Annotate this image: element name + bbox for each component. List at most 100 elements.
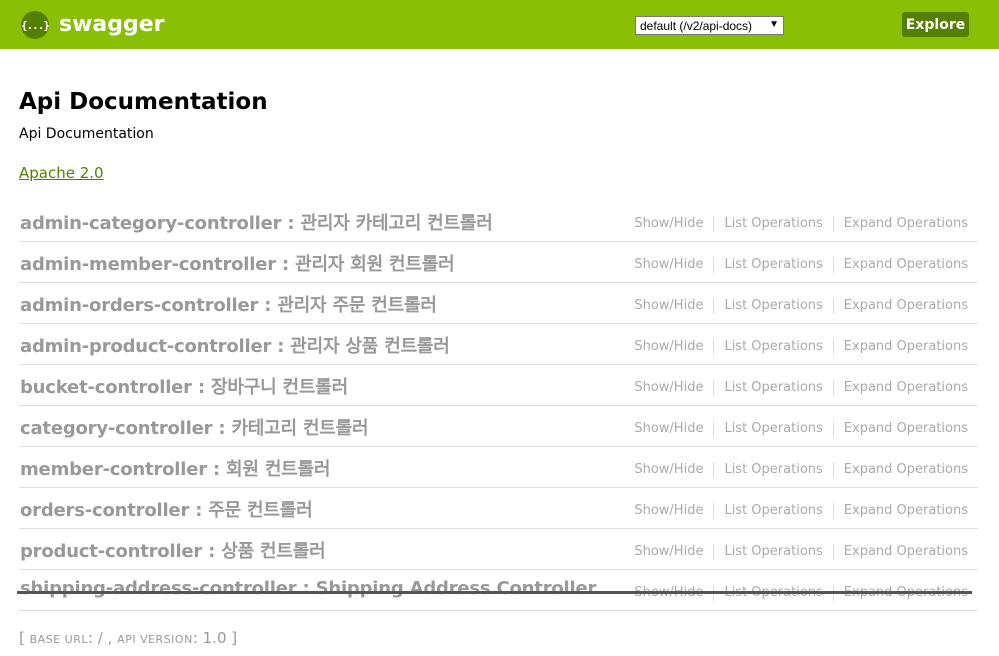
resource-operations: Show/HideList OperationsExpand Operation… xyxy=(624,216,968,232)
resource-heading-link[interactable]: member-controller : 회원 컨트롤러 xyxy=(20,455,330,481)
expand-operations-link[interactable]: Expand Operations xyxy=(832,298,968,314)
resource-heading-link[interactable]: orders-controller : 주문 컨트롤러 xyxy=(20,496,313,522)
resource-heading-link[interactable]: admin-member-controller : 관리자 회원 컨트롤러 xyxy=(20,250,455,276)
api-spec-select-value: default (/v2/api-docs) xyxy=(640,18,753,33)
resource-row: admin-orders-controller : 관리자 주문 컨트롤러 Sho… xyxy=(19,283,978,324)
resource-description: 관리자 카테고리 컨트롤러 xyxy=(300,213,493,234)
resource-operations: Show/HideList OperationsExpand Operation… xyxy=(624,503,968,519)
resource-list: admin-category-controller : 관리자 카테고리 컨트롤… xyxy=(19,201,978,611)
resource-heading-link[interactable]: shipping-address-controller : Shipping A… xyxy=(20,578,596,599)
resource-row: bucket-controller : 장바구니 컨트롤러 Show/Hide Li… xyxy=(19,365,978,406)
resource-heading-link[interactable]: admin-orders-controller : 관리자 주문 컨트롤러 xyxy=(20,291,437,317)
show-hide-link[interactable]: Show/Hide xyxy=(624,339,713,355)
swagger-logo-icon: {...} xyxy=(21,11,50,39)
show-hide-link[interactable]: Show/Hide xyxy=(624,462,713,478)
resource-name: admin-category-controller xyxy=(20,213,282,234)
list-operations-link[interactable]: List Operations xyxy=(713,380,832,396)
swagger-logo[interactable]: {...} swagger xyxy=(21,11,165,39)
resource-separator: : xyxy=(206,459,227,480)
resource-name: orders-controller xyxy=(20,500,190,521)
resource-row: admin-member-controller : 관리자 회원 컨트롤러 Sho… xyxy=(19,242,978,283)
list-operations-link[interactable]: List Operations xyxy=(713,298,832,314)
show-hide-link[interactable]: Show/Hide xyxy=(624,380,713,396)
resource-row: orders-controller : 주문 컨트롤러 Show/Hide List… xyxy=(19,488,978,529)
explore-button[interactable]: Explore xyxy=(902,12,969,37)
resource-heading-link[interactable]: bucket-controller : 장바구니 컨트롤러 xyxy=(20,373,348,399)
resource-row: member-controller : 회원 컨트롤러 Show/Hide List… xyxy=(19,447,978,488)
resource-description: 관리자 회원 컨트롤러 xyxy=(295,254,455,275)
logo-text: swagger xyxy=(59,12,165,37)
resource-name: admin-orders-controller xyxy=(20,295,259,316)
list-operations-link[interactable]: List Operations xyxy=(713,503,832,519)
api-version-value: : 1.0 xyxy=(192,629,227,647)
resource-separator: : xyxy=(189,500,209,521)
expand-operations-link[interactable]: Expand Operations xyxy=(832,339,968,355)
resource-description: Shipping Address Controller xyxy=(315,578,597,599)
list-operations-link[interactable]: List Operations xyxy=(713,462,832,478)
resource-row: admin-product-controller : 관리자 상품 컨트롤러 Sh… xyxy=(19,324,978,365)
resource-description: 관리자 주문 컨트롤러 xyxy=(277,295,437,316)
footer-close-bracket: ] xyxy=(231,629,238,647)
resource-description: 카테고리 컨트롤러 xyxy=(231,418,369,439)
resource-description: 관리자 상품 컨트롤러 xyxy=(290,336,450,357)
license-link[interactable]: Apache 2.0 xyxy=(19,164,104,182)
list-operations-link[interactable]: List Operations xyxy=(713,421,832,437)
show-hide-link[interactable]: Show/Hide xyxy=(624,421,713,437)
resource-operations: Show/HideList OperationsExpand Operation… xyxy=(624,339,968,355)
resource-operations: Show/HideList OperationsExpand Operation… xyxy=(624,257,968,273)
footer-info: [ BASE URL: / , API VERSION: 1.0 ] xyxy=(19,629,237,647)
page-title: Api Documentation xyxy=(19,89,268,115)
resource-separator: : xyxy=(271,336,291,357)
resource-description: 상품 컨트롤러 xyxy=(221,541,326,562)
dropdown-arrow-icon: ▼ xyxy=(769,19,779,30)
resource-separator: : xyxy=(191,377,212,398)
resource-separator: : xyxy=(296,578,316,599)
resource-separator: : xyxy=(258,295,278,316)
list-operations-link[interactable]: List Operations xyxy=(713,257,832,273)
expand-operations-link[interactable]: Expand Operations xyxy=(832,544,968,560)
base-url-label: BASE URL xyxy=(29,633,88,646)
show-hide-link[interactable]: Show/Hide xyxy=(624,544,713,560)
base-url-value: : / , xyxy=(87,629,113,647)
resource-heading-link[interactable]: admin-product-controller : 관리자 상품 컨트롤러 xyxy=(20,332,450,358)
resource-heading-link[interactable]: category-controller : 카테고리 컨트롤러 xyxy=(20,414,369,440)
api-version-label: API VERSION xyxy=(117,633,193,646)
expand-operations-link[interactable]: Expand Operations xyxy=(832,216,968,232)
resource-name: member-controller xyxy=(20,459,207,480)
resource-description: 회원 컨트롤러 xyxy=(226,459,331,480)
resource-operations: Show/HideList OperationsExpand Operation… xyxy=(624,544,968,560)
header-bar: {...} swagger default (/v2/api-docs) ▼ E… xyxy=(0,0,999,49)
resource-operations: Show/HideList OperationsExpand Operation… xyxy=(624,298,968,314)
resource-heading-link[interactable]: product-controller : 상품 컨트롤러 xyxy=(20,537,326,563)
resource-heading-link[interactable]: admin-category-controller : 관리자 카테고리 컨트롤… xyxy=(20,209,493,235)
show-hide-link[interactable]: Show/Hide xyxy=(624,503,713,519)
resource-separator: : xyxy=(275,254,296,275)
expand-operations-link[interactable]: Expand Operations xyxy=(832,421,968,437)
resource-name: category-controller xyxy=(20,418,213,439)
expand-operations-link[interactable]: Expand Operations xyxy=(832,462,968,478)
strike-line xyxy=(17,591,972,594)
resource-row: admin-category-controller : 관리자 카테고리 컨트롤… xyxy=(19,201,978,242)
resource-name: admin-member-controller xyxy=(20,254,276,275)
list-operations-link[interactable]: List Operations xyxy=(713,216,832,232)
resource-separator: : xyxy=(212,418,232,439)
expand-operations-link[interactable]: Expand Operations xyxy=(832,257,968,273)
resource-row: product-controller : 상품 컨트롤러 Show/Hide Lis… xyxy=(19,529,978,570)
show-hide-link[interactable]: Show/Hide xyxy=(624,216,713,232)
show-hide-link[interactable]: Show/Hide xyxy=(624,298,713,314)
resource-row: category-controller : 카테고리 컨트롤러 Show/Hide… xyxy=(19,406,978,447)
resource-separator: : xyxy=(281,213,301,234)
resource-name: admin-product-controller xyxy=(20,336,272,357)
resource-name: shipping-address-controller xyxy=(20,578,297,599)
list-operations-link[interactable]: List Operations xyxy=(713,544,832,560)
show-hide-link[interactable]: Show/Hide xyxy=(624,257,713,273)
page-description: Api Documentation xyxy=(19,126,154,142)
resource-operations: Show/HideList OperationsExpand Operation… xyxy=(624,421,968,437)
api-spec-select[interactable]: default (/v2/api-docs) ▼ xyxy=(635,16,784,35)
resource-operations: Show/HideList OperationsExpand Operation… xyxy=(624,462,968,478)
list-operations-link[interactable]: List Operations xyxy=(713,339,832,355)
resource-name: product-controller xyxy=(20,541,203,562)
resource-name: bucket-controller xyxy=(20,377,192,398)
expand-operations-link[interactable]: Expand Operations xyxy=(832,380,968,396)
expand-operations-link[interactable]: Expand Operations xyxy=(832,503,968,519)
